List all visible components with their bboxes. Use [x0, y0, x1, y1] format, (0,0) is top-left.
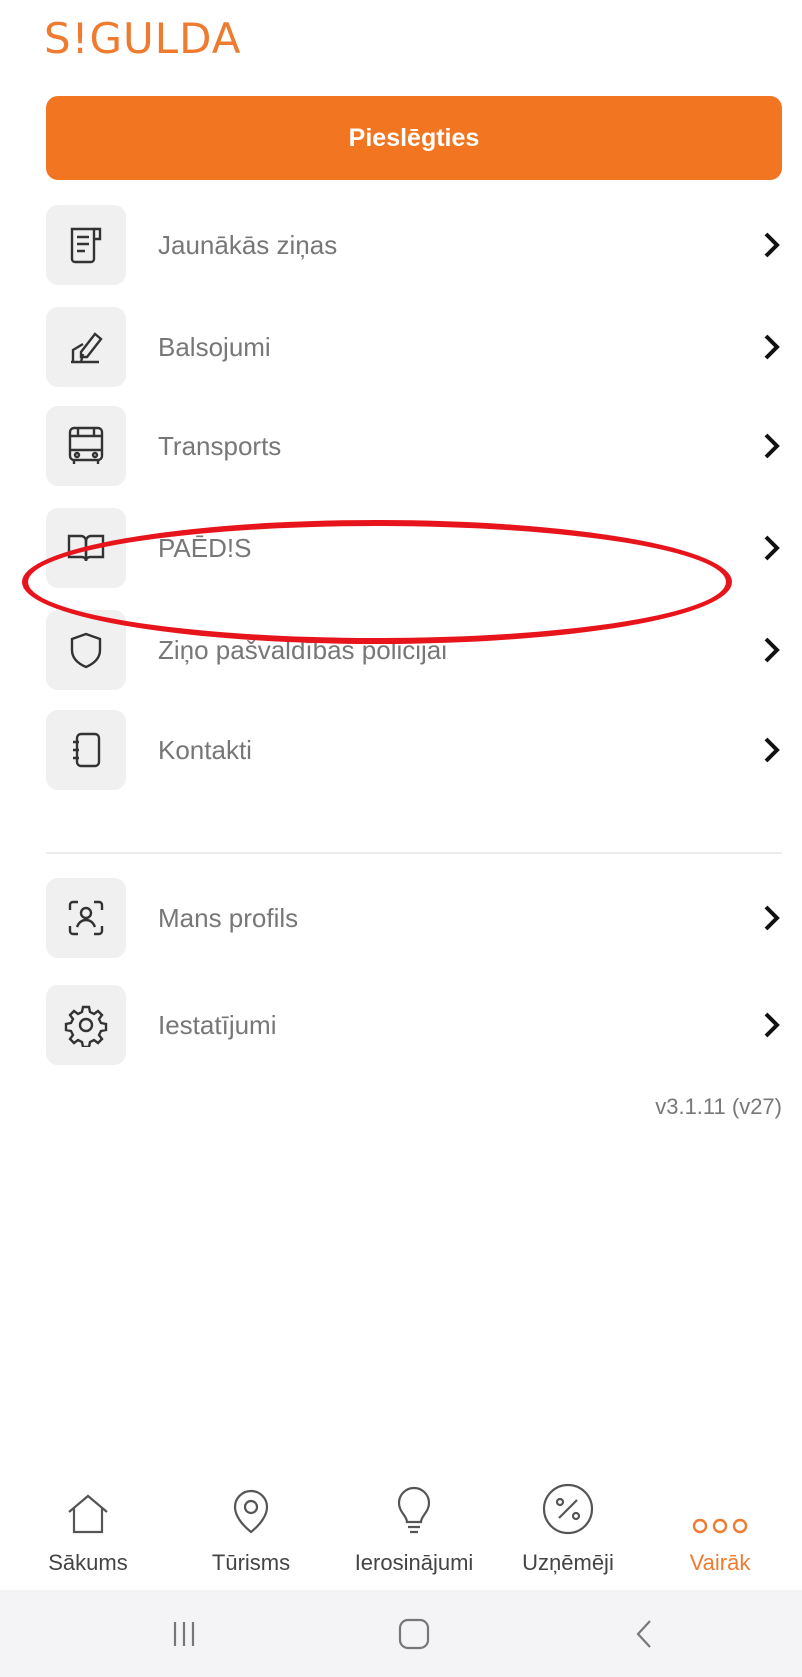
- tab-label: Ierosinājumi: [354, 1550, 474, 1575]
- recent-apps-button[interactable]: [124, 1590, 244, 1677]
- tab-proposals[interactable]: Ierosinājumi: [334, 1470, 494, 1590]
- book-icon: [46, 508, 126, 588]
- tab-entrepreneurs[interactable]: Uzņēmēji: [488, 1470, 648, 1590]
- news-icon: [46, 205, 126, 285]
- profile-icon: [46, 878, 126, 958]
- menu-item-label: Transports: [158, 430, 282, 461]
- lightbulb-icon: [394, 1470, 434, 1536]
- app-version: v3.1.11 (v27): [655, 1094, 782, 1119]
- app-logo: S!GULDA: [44, 14, 242, 63]
- chevron-right-icon: [758, 532, 786, 564]
- menu-item-police[interactable]: Ziņo pašvaldības policijai: [46, 610, 786, 690]
- system-nav-bar: [0, 1590, 802, 1677]
- chevron-right-icon: [758, 1009, 786, 1041]
- home-button[interactable]: [354, 1590, 474, 1677]
- tab-label: Vairāk: [689, 1550, 751, 1575]
- menu-item-news[interactable]: Jaunākās ziņas: [46, 205, 786, 285]
- chevron-right-icon: [758, 734, 786, 766]
- back-button[interactable]: [584, 1590, 704, 1677]
- menu-item-label: Jaunākās ziņas: [158, 229, 338, 260]
- chevron-right-icon: [758, 430, 786, 462]
- shield-icon: [46, 610, 126, 690]
- menu-item-label: Kontakti: [158, 734, 252, 765]
- login-button[interactable]: Pieslēgties: [46, 96, 782, 180]
- menu-item-settings[interactable]: Iestatījumi: [46, 985, 786, 1065]
- recent-apps-icon: [173, 1621, 195, 1646]
- menu-item-label: Mans profils: [158, 902, 299, 933]
- menu-item-contacts[interactable]: Kontakti: [46, 710, 786, 790]
- tab-label: Tūrisms: [211, 1550, 291, 1575]
- vote-icon: [46, 307, 126, 387]
- menu-item-label: Iestatījumi: [158, 1009, 277, 1040]
- tab-more[interactable]: Vairāk: [640, 1470, 800, 1590]
- back-icon: [636, 1619, 651, 1648]
- menu-item-profile[interactable]: Mans profils: [46, 878, 786, 958]
- chevron-right-icon: [758, 902, 786, 934]
- gear-icon: [46, 985, 126, 1065]
- bottom-tab-bar: Sākums Tūrisms Ierosinājumi Uzņēmēji Vai…: [0, 1470, 802, 1590]
- menu-item-transport[interactable]: Transports: [46, 406, 786, 486]
- percent-icon: [541, 1470, 595, 1536]
- tab-tourism[interactable]: Tūrisms: [171, 1470, 331, 1590]
- chevron-right-icon: [758, 229, 786, 261]
- tab-label: Uzņēmēji: [522, 1550, 614, 1575]
- menu-divider: [46, 852, 782, 854]
- more-icon: [690, 1470, 750, 1536]
- chevron-right-icon: [758, 331, 786, 363]
- tab-home[interactable]: Sākums: [8, 1470, 168, 1590]
- menu-item-label: Ziņo pašvaldības policijai: [158, 634, 448, 665]
- location-icon: [229, 1470, 273, 1536]
- menu-item-paedis[interactable]: PAĒD!S: [46, 508, 786, 588]
- home-nav-icon: [398, 1618, 430, 1649]
- chevron-right-icon: [758, 634, 786, 666]
- contacts-icon: [46, 710, 126, 790]
- menu-item-label: PAĒD!S: [158, 532, 252, 563]
- home-icon: [64, 1470, 112, 1536]
- bus-icon: [46, 406, 126, 486]
- tab-label: Sākums: [48, 1550, 128, 1575]
- menu-item-label: Balsojumi: [158, 331, 271, 362]
- menu-item-voting[interactable]: Balsojumi: [46, 307, 786, 387]
